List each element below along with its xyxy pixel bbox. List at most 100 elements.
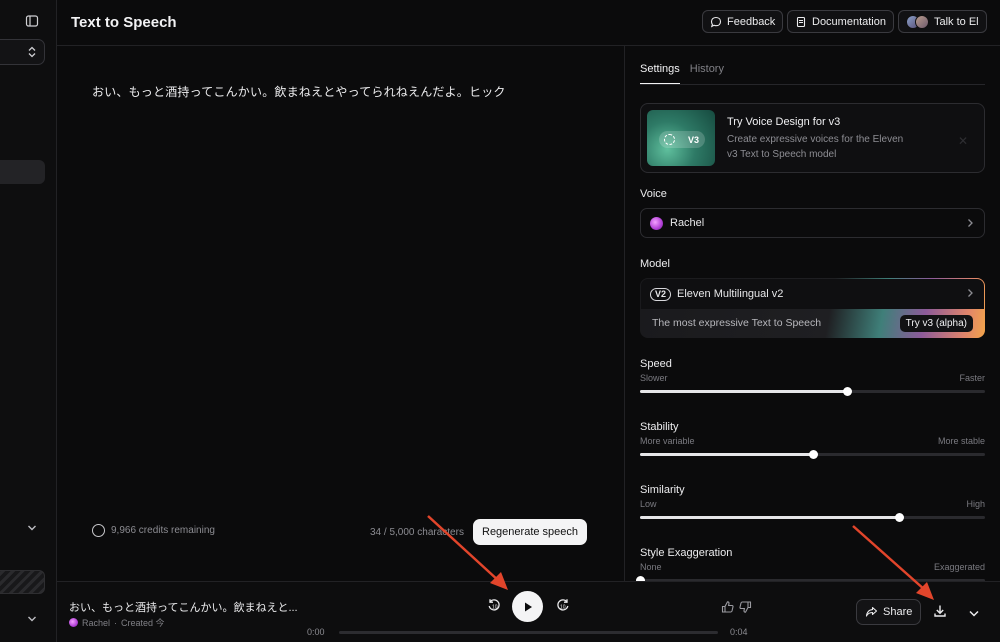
slider-title: Speed bbox=[640, 358, 672, 370]
regenerate-speech-button[interactable]: Regenerate speech bbox=[473, 519, 588, 545]
model-value: Eleven Multilingual v2 bbox=[677, 288, 784, 300]
documentation-button[interactable]: Documentation bbox=[787, 10, 894, 33]
credits-ring-icon bbox=[92, 524, 105, 537]
editor-textarea[interactable]: おい、もっと酒持ってこんかい。飲まねえとやってられねえんだよ。ヒック bbox=[92, 83, 506, 100]
voice-value: Rachel bbox=[670, 217, 705, 229]
feedback-button[interactable]: Feedback bbox=[702, 10, 784, 33]
thumbs-down-icon[interactable] bbox=[738, 600, 752, 614]
slider-fill bbox=[640, 453, 813, 456]
slider-title: Stability bbox=[640, 421, 679, 433]
voice-avatar bbox=[650, 216, 663, 230]
avatar bbox=[915, 14, 929, 29]
chevron-right-icon bbox=[968, 289, 973, 297]
chat-bubble-icon bbox=[710, 16, 722, 27]
now-playing-voice: Rachel bbox=[82, 617, 111, 628]
close-icon[interactable]: ✕ bbox=[958, 134, 968, 148]
sidebar-toggle-icon[interactable] bbox=[25, 14, 39, 28]
slider-max-label: Exaggerated bbox=[933, 562, 985, 572]
slider-handle[interactable] bbox=[808, 450, 818, 459]
credits-label: 9,966 credits remaining bbox=[111, 525, 215, 536]
similarity-slider[interactable]: Similarity Low High bbox=[640, 484, 985, 522]
sidebar-upgrade-banner[interactable] bbox=[0, 570, 45, 594]
rewind-10-icon[interactable]: 10 bbox=[487, 598, 501, 612]
v3-badge-label: V3 bbox=[687, 134, 699, 145]
play-icon bbox=[524, 602, 532, 611]
slider-max-label: High bbox=[966, 499, 985, 509]
workspace-select[interactable] bbox=[0, 39, 45, 65]
forward-10-icon[interactable]: 10 bbox=[556, 598, 570, 612]
speed-slider[interactable]: Speed Slower Faster bbox=[640, 358, 985, 396]
rating-buttons bbox=[721, 600, 752, 614]
slider-max-label: More stable bbox=[937, 436, 985, 446]
slider-track[interactable] bbox=[640, 387, 985, 396]
top-bar: Text to Speech Feedback Documentation Ta… bbox=[57, 0, 1000, 46]
avatar-group bbox=[906, 14, 929, 29]
svg-text:10: 10 bbox=[492, 605, 498, 611]
chevron-updown-icon bbox=[28, 46, 36, 58]
slider-track[interactable] bbox=[640, 450, 985, 459]
play-button[interactable] bbox=[512, 591, 543, 622]
chevron-right-icon bbox=[968, 219, 973, 227]
total-time: 0:04 bbox=[730, 627, 748, 637]
character-count: 34 / 5,000 characters bbox=[370, 527, 464, 538]
documentation-label: Documentation bbox=[812, 15, 886, 28]
sparkle-icon bbox=[664, 134, 675, 145]
sidebar bbox=[0, 0, 57, 642]
model-select-row[interactable]: V2 Eleven Multilingual v2 bbox=[641, 279, 984, 309]
now-playing-meta: Rachel · Created 今 bbox=[69, 616, 165, 629]
feedback-label: Feedback bbox=[727, 15, 776, 28]
talk-label: Talk to El bbox=[934, 15, 979, 28]
slider-min-label: More variable bbox=[640, 436, 695, 446]
page-title: Text to Speech bbox=[71, 14, 177, 31]
slider-fill bbox=[640, 516, 899, 519]
credits-indicator: 9,966 credits remaining bbox=[92, 524, 215, 537]
v3-badge: V3 bbox=[659, 131, 705, 148]
model-label: Model bbox=[640, 258, 670, 270]
now-playing-created: Created 今 bbox=[121, 618, 165, 628]
settings-panel: Settings History V3 Try Voice Design for… bbox=[626, 46, 1000, 581]
slider-min-label: Slower bbox=[640, 373, 668, 383]
svg-text:10: 10 bbox=[560, 605, 566, 611]
promo-description: Create expressive voices for the Eleven … bbox=[727, 134, 904, 160]
slider-handle[interactable] bbox=[894, 513, 904, 522]
playback-progress[interactable] bbox=[339, 631, 718, 634]
voice-select[interactable]: Rachel bbox=[640, 208, 985, 238]
style-exaggeration-slider[interactable]: Style Exaggeration None Exaggerated bbox=[636, 547, 985, 581]
text-editor: おい、もっと酒持ってこんかい。飲まねえとやってられねえんだよ。ヒック 9,966… bbox=[57, 46, 625, 581]
promo-title: Try Voice Design for v3 bbox=[727, 116, 841, 128]
model-select[interactable]: V2 Eleven Multilingual v2 The most expre… bbox=[640, 278, 985, 338]
slider-min-label: Low bbox=[640, 499, 657, 509]
stability-slider[interactable]: Stability More variable More stable bbox=[640, 421, 985, 459]
slider-handle[interactable] bbox=[843, 387, 852, 396]
current-time: 0:00 bbox=[307, 627, 325, 637]
audio-player: おい、もっと酒持ってこんかい。飲まねえと... Rachel · Created… bbox=[57, 581, 1000, 642]
promo-thumbnail: V3 bbox=[647, 110, 715, 166]
document-icon bbox=[796, 16, 806, 27]
v2-badge: V2 bbox=[650, 287, 672, 301]
tab-settings[interactable]: Settings bbox=[640, 63, 680, 84]
tabs-divider bbox=[640, 84, 985, 85]
chevron-down-icon[interactable] bbox=[27, 520, 37, 535]
chevron-down-icon[interactable] bbox=[968, 606, 980, 621]
meta-separator: · bbox=[114, 617, 118, 628]
slider-max-label: Faster bbox=[959, 373, 985, 383]
talk-to-el-button[interactable]: Talk to El bbox=[898, 10, 987, 33]
share-icon bbox=[865, 606, 878, 617]
chevron-down-icon[interactable] bbox=[27, 611, 37, 626]
voice-label: Voice bbox=[640, 188, 667, 200]
voice-avatar bbox=[69, 618, 78, 627]
share-button[interactable]: Share bbox=[856, 599, 922, 625]
slider-min-label: None bbox=[640, 562, 662, 572]
slider-fill bbox=[640, 390, 847, 393]
voice-design-promo-card[interactable]: V3 Try Voice Design for v3 Create expres… bbox=[640, 103, 985, 173]
download-icon[interactable] bbox=[933, 604, 947, 621]
panel-tabs: Settings History bbox=[640, 63, 724, 84]
tab-history[interactable]: History bbox=[690, 63, 724, 84]
sidebar-item-active[interactable] bbox=[0, 160, 45, 184]
slider-title: Style Exaggeration bbox=[640, 547, 733, 559]
thumbs-up-icon[interactable] bbox=[721, 600, 735, 614]
try-v3-button[interactable]: Try v3 (alpha) bbox=[899, 315, 973, 332]
share-label: Share bbox=[883, 606, 913, 618]
model-subtitle: The most expressive Text to Speech bbox=[652, 317, 822, 329]
slider-track[interactable] bbox=[640, 513, 985, 522]
